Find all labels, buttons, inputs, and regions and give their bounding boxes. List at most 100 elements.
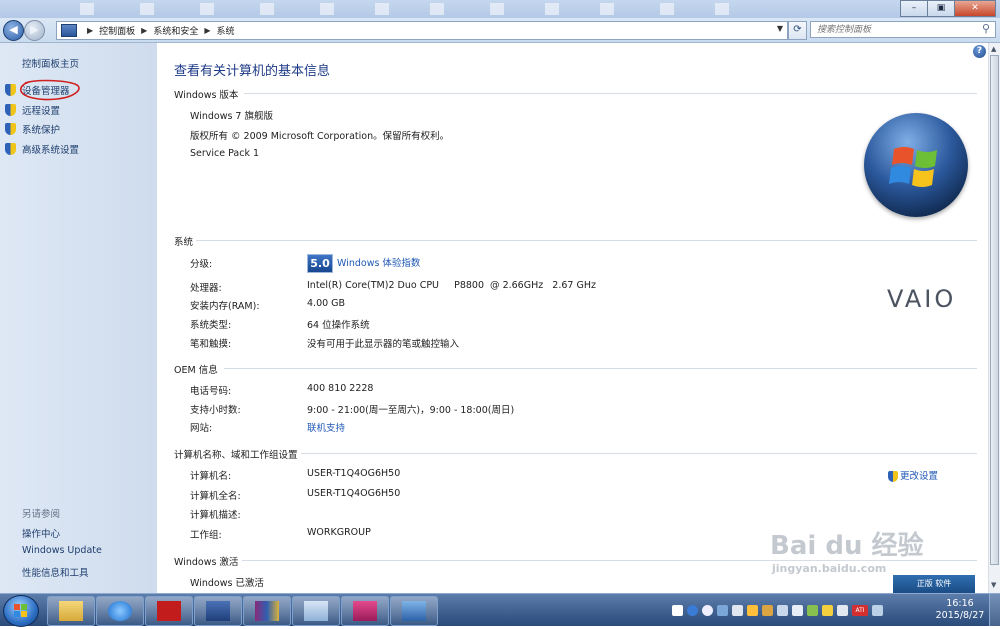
section-activation: Windows 激活 <box>174 554 977 568</box>
app-icon <box>353 601 377 621</box>
section-windows-edition: Windows 版本 <box>174 87 977 101</box>
tray-icon[interactable] <box>732 604 743 616</box>
rating-label: 分级: <box>190 259 213 270</box>
address-bar[interactable]: ▶ 控制面板 ▶ 系统和安全 ▶ 系统 ▼ <box>56 21 788 40</box>
tray-icon[interactable] <box>837 604 848 616</box>
address-toolbar: ◀ ▶ ▶ 控制面板 ▶ 系统和安全 ▶ 系统 ▼ ⟳ ⚲ <box>0 18 1000 43</box>
desktop-icon-preview <box>545 3 559 15</box>
breadcrumb-system-security[interactable]: 系统和安全 <box>153 24 198 37</box>
desktop-icon-preview <box>375 3 389 15</box>
search-box: ⚲ <box>810 21 996 38</box>
uac-shield-icon <box>5 84 16 96</box>
full-name-label: 计算机全名: <box>190 491 241 502</box>
back-button[interactable]: ◀ <box>3 20 24 41</box>
tray-icon[interactable] <box>687 604 698 616</box>
tray-icon[interactable] <box>717 604 728 616</box>
taskbar-app[interactable] <box>194 596 242 626</box>
processor-value: Intel(R) Core(TM)2 Duo CPU P8800 @ 2.66G… <box>307 280 596 291</box>
internet-explorer-icon <box>108 601 132 621</box>
desktop-icon-preview <box>80 3 94 15</box>
section-heading: Windows 版本 <box>174 90 239 101</box>
shield-icon[interactable] <box>822 604 833 616</box>
taskbar-ares[interactable] <box>145 596 193 626</box>
section-divider <box>301 453 977 454</box>
close-button[interactable]: ✕ <box>954 0 996 17</box>
window-top-strip: – ▣ ✕ <box>0 0 1000 18</box>
sidebar-item-advanced-settings[interactable]: 高级系统设置 <box>5 142 79 156</box>
uac-shield-icon <box>5 123 16 135</box>
tray-icon[interactable] <box>807 604 818 616</box>
breadcrumb-control-panel[interactable]: 控制面板 <box>99 24 135 37</box>
vertical-scrollbar[interactable]: ▲ ▼ <box>988 43 1000 593</box>
taskbar-ie[interactable] <box>96 596 144 626</box>
folder-icon <box>59 601 83 621</box>
taskbar-control-panel[interactable] <box>390 596 438 626</box>
uac-shield-icon <box>5 104 16 116</box>
tray-icon[interactable] <box>747 604 758 616</box>
phone-label: 电话号码: <box>190 386 232 397</box>
sidebar-item-remote-settings[interactable]: 远程设置 <box>5 103 60 117</box>
see-also-action-center[interactable]: 操作中心 <box>22 526 60 540</box>
forward-button[interactable]: ▶ <box>24 20 45 41</box>
taskbar-explorer[interactable] <box>47 596 95 626</box>
taskbar-winrar[interactable] <box>243 596 291 626</box>
uac-shield-icon <box>888 471 898 482</box>
help-tray-icon[interactable] <box>702 604 713 616</box>
see-also-performance[interactable]: 性能信息和工具 <box>22 565 89 579</box>
section-heading: 计算机名称、域和工作组设置 <box>174 450 298 461</box>
section-heading: Windows 激活 <box>174 557 239 568</box>
desktop-icon-preview <box>600 3 614 15</box>
taskbar-clock[interactable]: 16:16 2015/8/27 <box>932 598 988 622</box>
ati-icon[interactable]: ATI <box>852 604 868 616</box>
network-icon[interactable] <box>792 604 803 616</box>
desktop-icon-preview <box>490 3 504 15</box>
maximize-button[interactable]: ▣ <box>927 0 955 17</box>
breadcrumb-arrow-icon[interactable]: ▶ <box>204 26 210 35</box>
taskbar-app[interactable] <box>341 596 389 626</box>
scroll-up-icon[interactable]: ▲ <box>991 45 996 53</box>
volume-icon[interactable] <box>777 604 788 616</box>
system-tray: ATI <box>672 602 887 618</box>
section-computer-name: 计算机名称、域和工作组设置 <box>174 447 977 461</box>
show-desktop-button[interactable] <box>989 594 1000 626</box>
start-button[interactable] <box>3 595 39 627</box>
help-icon[interactable]: ? <box>973 45 986 58</box>
breadcrumb-arrow-icon[interactable]: ▶ <box>87 26 93 35</box>
sidebar-item-label: 高级系统设置 <box>22 145 80 156</box>
tray-icon[interactable] <box>762 604 773 616</box>
phone-value: 400 810 2228 <box>307 383 374 394</box>
ram-label: 安装内存(RAM): <box>190 301 260 312</box>
tray-icon[interactable] <box>672 604 683 616</box>
experience-index-link[interactable]: Windows 体验指数 <box>337 258 420 269</box>
sidebar-item-system-protection[interactable]: 系统保护 <box>5 122 60 136</box>
windows-logo <box>864 113 968 217</box>
refresh-button[interactable]: ⟳ <box>788 21 807 40</box>
sidebar-item-label: 远程设置 <box>22 106 61 117</box>
tray-icon[interactable] <box>872 604 883 616</box>
desktop-icon-preview <box>430 3 444 15</box>
address-dropdown-icon[interactable]: ▼ <box>777 24 783 33</box>
desktop-icon-preview <box>320 3 334 15</box>
change-settings-link[interactable]: 更改设置 <box>888 468 938 482</box>
rating-badge[interactable]: 5.0 <box>307 254 333 273</box>
workgroup-label: 工作组: <box>190 530 222 541</box>
taskbar-app[interactable] <box>292 596 340 626</box>
see-also-windows-update[interactable]: Windows Update <box>22 545 102 556</box>
genuine-software-badge[interactable]: 正版 软件 <box>893 575 975 593</box>
breadcrumb-arrow-icon[interactable]: ▶ <box>141 26 147 35</box>
clock-date: 2015/8/27 <box>935 610 985 621</box>
search-icon[interactable]: ⚲ <box>982 22 990 35</box>
sidebar-item-device-manager[interactable]: 设备管理器 <box>5 83 70 97</box>
minimize-button[interactable]: – <box>900 0 928 17</box>
workgroup-value: WORKGROUP <box>307 527 371 538</box>
breadcrumb-system[interactable]: 系统 <box>217 24 235 37</box>
search-input[interactable] <box>811 22 977 37</box>
scrollbar-thumb[interactable] <box>990 55 999 565</box>
online-support-link[interactable]: 联机支持 <box>307 420 345 434</box>
sidebar-home-link[interactable]: 控制面板主页 <box>22 56 79 70</box>
edition-service-pack: Service Pack 1 <box>190 148 260 159</box>
desktop-icon-preview <box>260 3 274 15</box>
computer-name-label: 计算机名: <box>190 471 232 482</box>
scroll-down-icon[interactable]: ▼ <box>991 581 996 589</box>
section-divider <box>244 93 977 94</box>
